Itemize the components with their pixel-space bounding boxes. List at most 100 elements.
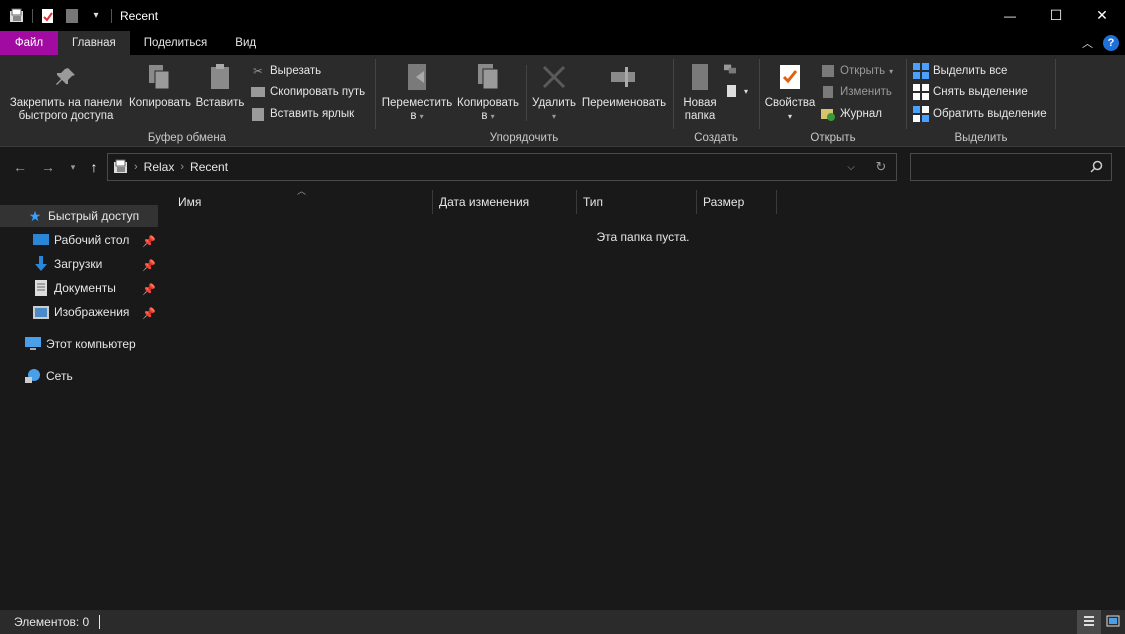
close-icon: ✕	[1096, 7, 1108, 23]
tab-home[interactable]: Главная	[58, 31, 130, 55]
back-button[interactable]: ←	[10, 157, 30, 177]
properties-button[interactable]: Свойства ▾	[762, 61, 818, 123]
breadcrumb-item[interactable]: Relax	[144, 160, 175, 174]
column-separator[interactable]	[696, 190, 697, 214]
select-none-button[interactable]: Снять выделение	[913, 84, 1028, 100]
nav-documents[interactable]: Документы	[0, 277, 116, 299]
new-group: Новая папка ▾ Создать	[674, 55, 758, 147]
new-item-button[interactable]	[724, 63, 740, 79]
easy-access-button[interactable]: ▾	[724, 83, 748, 99]
column-separator[interactable]	[432, 190, 433, 214]
paste-shortcut-button[interactable]: Вставить ярлык	[250, 106, 354, 122]
breadcrumb-item[interactable]: Recent	[190, 160, 228, 174]
document-icon	[32, 279, 50, 297]
group-separator	[1055, 59, 1056, 129]
pin-label-line1: Закрепить на панели	[9, 97, 123, 109]
paste-icon	[204, 61, 236, 93]
nav-network-label: Сеть	[46, 369, 73, 383]
minimize-button[interactable]: —	[987, 0, 1033, 31]
forward-button[interactable]: →	[38, 157, 58, 177]
details-view-button[interactable]	[1077, 610, 1101, 634]
collapse-ribbon-icon[interactable]: ︿	[1082, 35, 1093, 51]
invert-selection-icon	[913, 106, 929, 122]
qat-separator	[32, 8, 33, 23]
new-folder-button[interactable]: Новая папка	[678, 61, 722, 123]
column-header-date[interactable]: Дата изменения	[439, 190, 529, 214]
pinned-icon[interactable]: 📌	[142, 259, 156, 272]
breadcrumb-chevron-icon[interactable]: ›	[134, 161, 138, 173]
open-button[interactable]: Открыть ▾	[820, 63, 893, 79]
easy-access-icon	[724, 83, 740, 99]
arrow-right-icon: →	[41, 159, 55, 175]
recent-locations-button[interactable]: ▾	[63, 157, 83, 177]
select-group-label: Выделить	[954, 132, 1008, 144]
column-separator[interactable]	[576, 190, 577, 214]
status-separator	[99, 615, 101, 629]
search-box[interactable]	[910, 153, 1112, 181]
address-dropdown-icon[interactable]: ⌵	[836, 162, 866, 173]
new-folder-icon	[684, 61, 716, 93]
nav-this-pc[interactable]: Этот компьютер	[0, 333, 136, 355]
location-icon	[112, 158, 130, 176]
nav-pictures[interactable]: Изображения	[0, 301, 129, 323]
pin-label-line2: быстрого доступа	[18, 110, 114, 122]
history-button[interactable]: Журнал	[820, 106, 882, 122]
column-separator[interactable]	[776, 190, 777, 214]
large-icons-view-button[interactable]	[1101, 610, 1125, 634]
minimize-icon: —	[1004, 8, 1016, 23]
easy-access-dropdown-icon: ▾	[744, 86, 749, 96]
nav-quick-access[interactable]: ★ Быстрый доступ	[0, 205, 158, 227]
rename-label: Переименовать	[581, 97, 667, 109]
up-button[interactable]: ↑	[84, 157, 104, 177]
close-button[interactable]: ✕	[1079, 0, 1125, 31]
invert-selection-button[interactable]: Обратить выделение	[913, 106, 1047, 122]
star-icon: ★	[28, 207, 42, 224]
organize-group: Переместить в ▾ Копировать в ▾ Удалить ▾…	[376, 55, 672, 147]
pinned-icon[interactable]: 📌	[142, 307, 156, 320]
breadcrumb-chevron-icon[interactable]: ›	[180, 161, 184, 173]
move-to-button[interactable]: Переместить в ▾	[382, 61, 452, 123]
tab-view[interactable]: Вид	[221, 31, 270, 55]
select-all-button[interactable]: Выделить все	[913, 63, 1007, 79]
tab-file[interactable]: Файл	[0, 31, 58, 55]
clipboard-group: Закрепить на панели быстрого доступа Коп…	[0, 55, 374, 147]
nav-pictures-label: Изображения	[54, 305, 130, 319]
delete-button[interactable]: Удалить ▾	[530, 61, 578, 123]
edit-icon	[820, 84, 836, 100]
address-bar[interactable]: › Relax › Recent ⌵ ↻	[107, 153, 897, 181]
clipboard-group-label: Буфер обмена	[147, 132, 227, 144]
copy-button[interactable]: Копировать	[128, 61, 192, 110]
maximize-button[interactable]: ☐	[1033, 0, 1079, 31]
search-icon	[1090, 160, 1103, 176]
edit-button[interactable]: Изменить	[820, 84, 892, 100]
nav-network[interactable]: Сеть	[0, 365, 73, 387]
properties-qat-icon[interactable]	[39, 7, 57, 25]
copy-path-label: Скопировать путь	[270, 86, 366, 98]
arrow-up-icon: ↑	[90, 159, 98, 175]
refresh-icon[interactable]: ↻	[866, 159, 896, 175]
rename-button[interactable]: Переименовать	[580, 61, 668, 110]
delete-x-icon	[538, 61, 570, 93]
copy-path-button[interactable]: Скопировать путь	[250, 84, 365, 100]
pin-quick-access-button[interactable]: Закрепить на панели быстрого доступа	[6, 61, 126, 123]
paste-button[interactable]: Вставить	[194, 61, 246, 110]
pinned-icon[interactable]: 📌	[142, 283, 156, 296]
new-folder-qat-icon[interactable]	[63, 7, 81, 25]
column-header-size[interactable]: Размер	[703, 190, 744, 214]
help-icon[interactable]: ?	[1103, 35, 1119, 51]
nav-this-pc-label: Этот компьютер	[46, 337, 136, 351]
tab-share[interactable]: Поделиться	[130, 31, 222, 55]
column-header-name[interactable]: Имя	[178, 190, 201, 214]
paste-shortcut-label: Вставить ярлык	[270, 108, 355, 120]
customize-qat-icon[interactable]: ▾	[87, 7, 105, 25]
cut-button[interactable]: ✂ Вырезать	[250, 63, 321, 79]
pinned-icon[interactable]: 📌	[142, 235, 156, 248]
network-icon	[24, 367, 42, 385]
explorer-app-icon[interactable]	[8, 7, 26, 25]
nav-downloads[interactable]: Загрузки	[0, 253, 102, 275]
properties-icon	[774, 61, 806, 93]
nav-desktop[interactable]: Рабочий стол	[0, 229, 129, 251]
column-header-type[interactable]: Тип	[583, 190, 603, 214]
copy-to-button[interactable]: Копировать в ▾	[454, 61, 522, 123]
nav-documents-label: Документы	[54, 281, 116, 295]
